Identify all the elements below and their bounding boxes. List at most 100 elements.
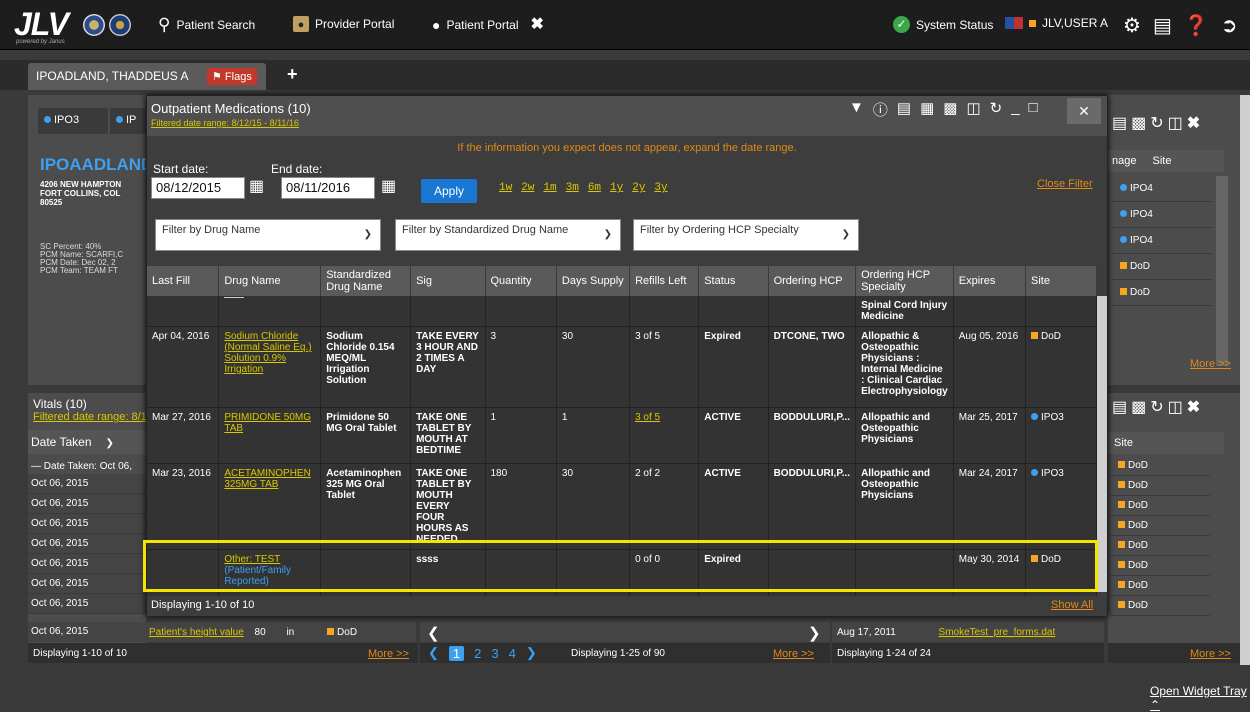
filter-drug-name[interactable]: Filter by Drug Name ❯ <box>155 219 381 251</box>
calendar-icon[interactable]: ▦ <box>920 99 934 120</box>
pager-prev-icon[interactable]: ❮ <box>428 645 439 661</box>
col-refills-left[interactable]: Refills Left <box>629 266 700 296</box>
list-item[interactable]: DoD <box>1110 536 1210 556</box>
range-link-2w[interactable]: 2w <box>521 182 534 194</box>
doc-title-link[interactable]: SmokeTest_pre_forms.dat <box>939 627 1056 638</box>
page-scrollbar[interactable] <box>1240 95 1250 665</box>
vitals-more-link[interactable]: More >> <box>368 648 409 660</box>
table-row[interactable]: Spinal Cord Injury Medicine <box>147 296 1097 327</box>
list-item[interactable]: Oct 06, 2015 <box>28 574 146 594</box>
expand-icon[interactable]: ◫ <box>1168 115 1187 132</box>
vitals-range[interactable]: Filtered date range: 8/1 <box>33 411 147 423</box>
logout-icon[interactable]: ➲ <box>1221 13 1238 38</box>
refresh-icon[interactable]: ↻ <box>1150 115 1167 132</box>
copy-icon[interactable]: ▤ <box>1112 399 1131 416</box>
vital-name-link[interactable]: Patient's height value <box>149 627 244 638</box>
columns-icon[interactable]: ◫ <box>966 99 980 120</box>
table-row[interactable]: Mar 23, 2016 ACETAMINOPHEN 325MG TAB Ace… <box>147 463 1097 550</box>
page-button[interactable]: 3 <box>491 646 498 661</box>
print-icon[interactable]: ▩ <box>1131 399 1150 416</box>
close-icon[interactable]: ✖ <box>531 16 544 34</box>
scrollbar[interactable] <box>1216 176 1228 366</box>
scroll-right-icon[interactable]: ❯ <box>808 624 821 642</box>
list-item[interactable]: DoD <box>1110 516 1210 536</box>
maximize-icon[interactable]: □ <box>1029 99 1038 120</box>
copy-icon[interactable]: ▤ <box>897 99 911 120</box>
col-sig[interactable]: Sig <box>410 266 486 296</box>
drug-name-link[interactable]: Sodium Chloride (Normal Saline Eq.) Solu… <box>224 331 311 375</box>
list-item[interactable]: Oct 06, 2015 <box>28 554 146 574</box>
print-icon[interactable]: ▩ <box>943 99 957 120</box>
col-status[interactable]: Status <box>698 266 769 296</box>
drug-name-link[interactable]: PRIMIDONE 50MG TAB <box>224 412 311 434</box>
col-last-fill[interactable]: Last Fill <box>147 266 220 296</box>
expand-icon[interactable]: ◫ <box>1168 399 1187 416</box>
range-link-1w[interactable]: 1w <box>499 182 512 194</box>
list-item[interactable]: Oct 06, 2015 <box>28 534 146 554</box>
list-item[interactable]: Oct 06, 2015 <box>28 474 146 494</box>
table-row[interactable]: Apr 04, 2016 Sodium Chloride (Normal Sal… <box>147 326 1097 408</box>
end-date-field[interactable]: 08/11/2016 <box>281 177 375 199</box>
open-widget-tray-link[interactable]: Open Widget Tray ⌃ <box>1150 684 1250 712</box>
col-expires[interactable]: Expires <box>953 266 1027 296</box>
list-item[interactable]: DoD <box>1110 476 1210 496</box>
list-item[interactable]: IPO4 <box>1112 202 1212 228</box>
calendar-icon[interactable]: ▦ <box>381 176 396 196</box>
refresh-icon[interactable]: ↻ <box>990 99 1003 120</box>
col-quantity[interactable]: Quantity <box>485 266 557 296</box>
vitals-height-row[interactable]: Patient's height value 80 in DoD <box>146 622 416 642</box>
table-scrollbar[interactable] <box>1097 296 1107 592</box>
list-item[interactable]: DoD <box>1110 576 1210 596</box>
range-link-6m[interactable]: 6m <box>588 182 601 194</box>
filter-standardized-drug-name[interactable]: Filter by Standardized Drug Name ❯ <box>395 219 621 251</box>
list-item[interactable]: Oct 06, 2015 <box>28 594 146 614</box>
col-days-supply[interactable]: Days Supply <box>556 266 631 296</box>
drug-name-link[interactable]: ACETAMINOPHEN 325MG TAB <box>224 468 311 490</box>
flags-button[interactable]: ⚑ Flags <box>207 68 257 85</box>
list-item[interactable]: Oct 06, 2015 <box>28 494 146 514</box>
copy-icon[interactable]: ▤ <box>1112 115 1131 132</box>
print-icon[interactable]: ▩ <box>1131 115 1150 132</box>
close-icon[interactable]: ✖ <box>1187 115 1204 132</box>
system-status[interactable]: ✓ System Status <box>893 16 993 33</box>
col-standardized-drug-name[interactable]: Standardized Drug Name <box>320 266 412 296</box>
site-tab-ipo3[interactable]: IPO3 <box>38 108 108 134</box>
document-icon[interactable]: ▤ <box>1153 13 1172 38</box>
site-tab-ip[interactable]: IP <box>110 108 146 134</box>
filtered-range-link[interactable]: Filtered date range: 8/12/15 - 8/11/16 <box>151 118 299 128</box>
range-link-1y[interactable]: 1y <box>610 182 623 194</box>
docs-row[interactable]: Aug 17, 2011 SmokeTest_pre_forms.dat <box>832 622 1104 642</box>
info-icon[interactable]: ⓘ <box>873 99 888 120</box>
list-item[interactable]: Oct 06, 2015 <box>28 514 146 534</box>
list-item[interactable]: DoD <box>1110 456 1210 476</box>
col-site[interactable]: Site <box>1025 266 1097 296</box>
list-item[interactable]: DoD <box>1110 556 1210 576</box>
close-icon[interactable]: ✖ <box>1187 399 1204 416</box>
list-item[interactable]: DoD <box>1110 596 1210 616</box>
nav-patient-portal[interactable]: ● Patient Portal ✖ <box>432 16 544 34</box>
close-filter-link[interactable]: Close Filter <box>1037 178 1093 190</box>
filter-ordering-hcp-specialty[interactable]: Filter by Ordering HCP Specialty ❯ <box>633 219 859 251</box>
apply-button[interactable]: Apply <box>421 179 477 203</box>
col-ordering-hcp[interactable]: Ordering HCP <box>768 266 857 296</box>
nav-provider-portal[interactable]: ● Provider Portal <box>293 16 394 32</box>
show-all-link[interactable]: Show All <box>1051 599 1093 611</box>
add-tab-icon[interactable]: + <box>287 64 298 85</box>
list-item[interactable]: IPO4 <box>1112 176 1212 202</box>
pager-next-icon[interactable]: ❯ <box>526 645 537 661</box>
scroll-left-icon[interactable]: ❮ <box>427 624 440 642</box>
page-button[interactable]: 2 <box>474 646 481 661</box>
user-menu[interactable]: JLV,USER A <box>1005 16 1108 30</box>
table-row[interactable]: Mar 27, 2016 PRIMIDONE 50MG TAB Primidon… <box>147 407 1097 464</box>
help-icon[interactable]: ❓ <box>1184 13 1209 38</box>
vitals-group-row[interactable]: — Date Taken: Oct 06, <box>28 458 146 475</box>
vitals-row-date[interactable]: Oct 06, 2015 <box>28 622 146 642</box>
right-top-more-link[interactable]: More >> <box>1190 358 1231 370</box>
col-drug-name[interactable]: Drug Name <box>218 266 322 296</box>
start-date-field[interactable]: 08/12/2015 <box>151 177 245 199</box>
modal-close-icon[interactable]: ✕ <box>1067 98 1101 124</box>
calendar-icon[interactable]: ▦ <box>249 176 264 196</box>
right-bottom-more-link[interactable]: More >> <box>1190 648 1231 660</box>
range-link-1m[interactable]: 1m <box>543 182 556 194</box>
range-link-2y[interactable]: 2y <box>632 182 645 194</box>
